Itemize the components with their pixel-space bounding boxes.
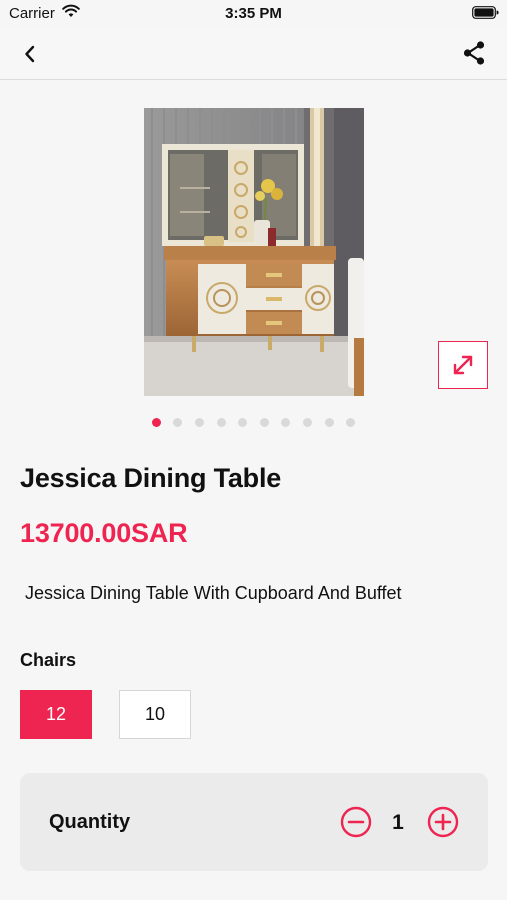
quantity-value: 1	[392, 811, 404, 834]
image-pagination	[0, 418, 507, 427]
pagination-dot[interactable]	[216, 418, 226, 427]
nav-bar	[0, 28, 507, 80]
back-button[interactable]	[16, 40, 44, 68]
product-title: Jessica Dining Table	[20, 463, 282, 493]
minus-circle-icon[interactable]	[340, 806, 372, 838]
chairs-option-12[interactable]: 12	[20, 690, 92, 739]
pagination-dot[interactable]	[238, 418, 248, 427]
pagination-dot[interactable]	[302, 418, 312, 427]
share-icon	[463, 41, 485, 65]
share-button[interactable]	[459, 38, 489, 68]
plus-circle-icon[interactable]	[427, 806, 459, 838]
pagination-dot[interactable]	[281, 418, 291, 427]
product-image[interactable]	[144, 108, 364, 396]
status-time: 3:35 PM	[225, 5, 282, 22]
pagination-dot[interactable]	[151, 418, 161, 427]
product-description: Jessica Dining Table With Cupboard And B…	[25, 583, 402, 603]
pagination-dot[interactable]	[173, 418, 183, 427]
quantity-label: Quantity	[49, 811, 131, 833]
pagination-dot[interactable]	[346, 418, 356, 427]
quantity-card: Quantity 1	[20, 773, 488, 871]
product-photo	[144, 108, 364, 396]
pagination-dot[interactable]	[324, 418, 334, 427]
battery-icon	[472, 6, 499, 19]
chairs-option-10[interactable]: 10	[119, 690, 191, 739]
chairs-label: Chairs	[20, 650, 77, 670]
chevron-left-icon	[25, 45, 35, 63]
pagination-dot[interactable]	[195, 418, 205, 427]
status-bar: Carrier 3:35 PM	[0, 0, 507, 28]
expand-arrows-icon	[453, 355, 473, 375]
expand-image-button[interactable]	[438, 341, 488, 389]
product-price: 13700.00SAR	[20, 518, 188, 548]
pagination-dot[interactable]	[259, 418, 269, 427]
